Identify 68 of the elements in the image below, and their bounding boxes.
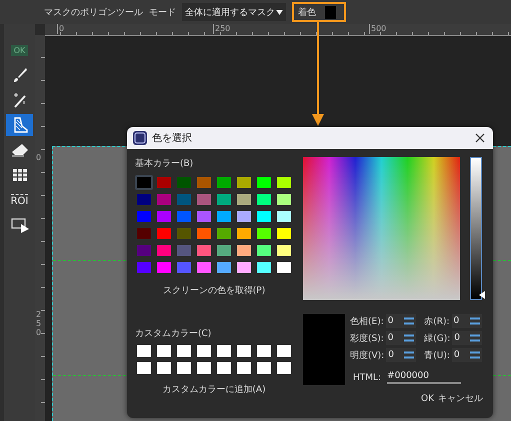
custom-color-swatch[interactable] [217,362,231,374]
brush-icon [12,67,28,83]
spin-field[interactable]: 0 [386,331,416,345]
color-preview [303,314,345,385]
spin-icon[interactable] [404,317,414,325]
spin-field[interactable]: 0 [386,348,416,362]
caret-icon [276,10,283,14]
custom-color-swatch[interactable] [197,345,211,357]
custom-color-swatch[interactable] [177,362,191,374]
custom-color-swatch[interactable] [277,362,291,374]
html-label: HTML: [353,372,382,382]
ruler-label: 0 [36,154,42,163]
spin-field[interactable]: 0 [452,348,482,362]
field-label: 彩度(S): [350,332,384,344]
spin-field[interactable]: 0 [386,314,416,328]
color-spectrum[interactable] [303,157,460,300]
custom-color-swatch[interactable] [157,362,171,374]
roi-tool[interactable]: ROI [6,189,33,211]
lightness-slider[interactable] [470,157,482,300]
custom-color-swatch[interactable] [157,345,171,357]
color-label: 着色 [298,6,316,18]
spin-field[interactable]: 0 [452,331,482,345]
spin-icon[interactable] [470,334,480,342]
custom-colors-label: カスタムカラー(C) [135,328,212,340]
ruler-label: 250 [36,311,42,338]
add-custom-color-button[interactable]: カスタムカラーに追加(A) [162,383,266,396]
custom-color-swatch[interactable] [237,362,251,374]
spin-field[interactable]: 0 [452,314,482,328]
tool-button[interactable] [6,114,33,136]
mode-dropdown[interactable]: 全体に適用するマスク [182,3,286,21]
tool-name: マスクのポリゴンツール [44,6,143,18]
dialog-title: 色を選択 [152,132,193,145]
custom-color-swatch[interactable] [137,362,151,374]
field-label: 青(U): [424,350,450,362]
slider-thumb[interactable] [479,291,485,299]
spin-icon[interactable] [470,351,480,359]
custom-color-swatch[interactable] [177,345,191,357]
field-label: 緑(G): [424,332,450,344]
polygon-icon [12,117,28,133]
dialog-button[interactable]: キャンセル [438,392,483,405]
custom-color-swatch[interactable] [217,345,231,357]
spin-icon[interactable] [404,351,414,359]
rectangle-arrow-icon [10,217,30,233]
ruler-label: 500 [369,24,386,34]
custom-color-swatch[interactable] [197,362,211,374]
basic-colors-label: 基本カラー(B) [135,158,194,170]
custom-color-swatch[interactable] [257,345,271,357]
app-icon [133,131,147,145]
custom-color-swatch[interactable] [277,345,291,357]
custom-color-swatch[interactable] [257,362,271,374]
mode-label: モード [149,6,176,18]
ruler-label: 250 [213,24,230,34]
dialog-button[interactable]: OK [421,392,434,405]
wand-icon [12,92,28,108]
spin-icon[interactable] [470,317,480,325]
custom-color-swatch[interactable] [237,345,251,357]
close-icon[interactable] [475,133,485,143]
field-label: 赤(R): [424,316,450,328]
grid-icon [12,168,28,182]
html-field[interactable]: #000000 [387,371,462,384]
pick-screen-color-button[interactable]: スクリーンの色を取得(P) [162,284,266,297]
custom-color-swatch[interactable] [137,345,151,357]
color-swatch[interactable] [325,6,336,18]
eraser-icon [10,143,28,157]
ruler-label: 0 [57,24,64,34]
field-label: 色相(E): [350,316,384,328]
field-label: 明度(V): [350,350,384,362]
spin-icon[interactable] [404,334,414,342]
